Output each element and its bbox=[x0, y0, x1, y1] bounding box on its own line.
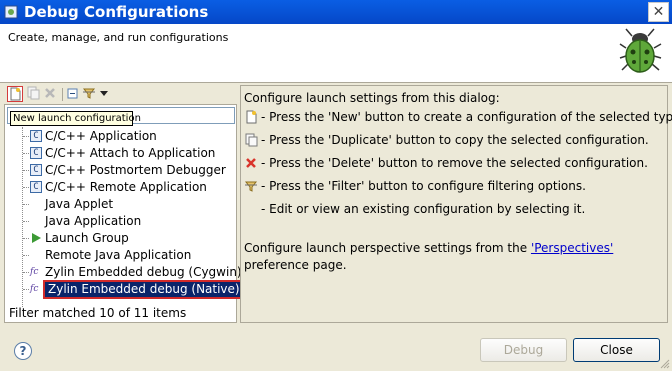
tree-branch-line bbox=[23, 272, 29, 273]
title-bar[interactable]: Debug Configurations ✕ bbox=[0, 0, 672, 24]
instruction-text: - Press the 'Filter' button to configure… bbox=[261, 179, 586, 193]
new-file-icon bbox=[246, 110, 257, 124]
tree-item-label: Remote Java Application bbox=[45, 248, 192, 262]
tree-item-label: Zylin Embedded debug (Cygwin) bbox=[45, 265, 242, 279]
tree-item-launch-group[interactable]: Launch Group bbox=[5, 230, 236, 247]
instruction-delete: - Press the 'Delete' button to remove th… bbox=[244, 154, 648, 172]
dialog-button-bar: ? Debug Close bbox=[0, 326, 672, 371]
zylin-fc-icon: fc bbox=[30, 284, 39, 294]
launch-config-tree-panel: C C/C++ Application C C/C++ Attach to Ap… bbox=[4, 104, 245, 323]
toolbar-separator bbox=[62, 88, 63, 101]
tree-item-label: C/C++ Remote Application bbox=[45, 180, 207, 194]
tree-branch-line bbox=[23, 153, 29, 154]
tree-item-cpp-postmortem[interactable]: C C/C++ Postmortem Debugger bbox=[5, 162, 236, 179]
filter-icon bbox=[82, 88, 96, 99]
duplicate-icon bbox=[27, 86, 40, 100]
tree-item-zylin-cygwin[interactable]: fc Zylin Embedded debug (Cygwin) bbox=[5, 264, 242, 281]
perspectives-link[interactable]: 'Perspectives' bbox=[531, 241, 613, 255]
tree-branch-line bbox=[23, 136, 29, 137]
chevron-down-icon bbox=[100, 91, 108, 96]
help-button[interactable]: ? bbox=[14, 342, 32, 360]
perspectives-text: Configure launch perspective settings fr… bbox=[244, 240, 654, 274]
instruction-duplicate: - Press the 'Duplicate' button to copy t… bbox=[244, 131, 649, 149]
instruction-filter: - Press the 'Filter' button to configure… bbox=[244, 177, 586, 195]
perspectives-text-after: preference page. bbox=[244, 258, 347, 272]
instruction-new: - Press the 'New' button to create a con… bbox=[244, 108, 672, 126]
tree-item-cpp-attach[interactable]: C C/C++ Attach to Application bbox=[5, 145, 236, 162]
new-config-tooltip: New launch configuration bbox=[10, 111, 141, 126]
delete-icon bbox=[45, 88, 55, 98]
tree-item-java-application[interactable]: Java Application bbox=[5, 213, 236, 230]
tree-item-label: C/C++ Postmortem Debugger bbox=[45, 163, 226, 177]
c-file-icon: C bbox=[30, 147, 42, 159]
tree-branch-line bbox=[23, 170, 29, 171]
tree-item-label: C/C++ Application bbox=[45, 129, 157, 143]
resize-grip-icon[interactable] bbox=[660, 359, 670, 369]
tree-item-cpp-remote[interactable]: C C/C++ Remote Application bbox=[5, 179, 236, 196]
dialog-subtitle: Create, manage, and run configurations bbox=[8, 31, 229, 44]
filter-icon bbox=[244, 181, 258, 192]
perspectives-text-before: Configure launch perspective settings fr… bbox=[244, 241, 531, 255]
config-info-panel: Configure launch settings from this dial… bbox=[240, 85, 672, 323]
c-file-icon: C bbox=[30, 181, 42, 193]
delete-config-button[interactable] bbox=[43, 86, 59, 102]
window-title: Debug Configurations bbox=[24, 3, 209, 21]
instruction-text: - Press the 'Delete' button to remove th… bbox=[261, 156, 648, 170]
instruction-text: - Press the 'Duplicate' button to copy t… bbox=[261, 133, 649, 147]
filter-config-button[interactable] bbox=[82, 86, 98, 102]
collapse-all-icon bbox=[67, 88, 78, 99]
new-config-button[interactable] bbox=[7, 86, 23, 102]
duplicate-config-button[interactable] bbox=[26, 86, 42, 102]
window-close-button[interactable]: ✕ bbox=[648, 2, 669, 22]
tree-branch-line bbox=[23, 204, 29, 205]
tree-branch-line bbox=[23, 255, 29, 256]
tree-item-label: Java Applet bbox=[45, 197, 114, 211]
delete-icon bbox=[246, 158, 256, 168]
debug-app-icon bbox=[4, 5, 18, 19]
tree-item-label: Zylin Embedded debug (Native) bbox=[43, 280, 245, 299]
duplicate-icon bbox=[245, 133, 258, 147]
instruction-text: - Press the 'New' button to create a con… bbox=[261, 110, 672, 124]
c-file-icon: C bbox=[30, 164, 42, 176]
config-toolbar bbox=[4, 85, 236, 105]
intro-text: Configure launch settings from this dial… bbox=[244, 91, 500, 105]
tree-branch-line bbox=[23, 238, 29, 239]
tree-branch-line bbox=[23, 187, 29, 188]
c-file-icon: C bbox=[30, 130, 42, 142]
zylin-fc-icon: fc bbox=[30, 267, 39, 277]
filter-status-text: Filter matched 10 of 11 items bbox=[9, 306, 187, 320]
tree-item-zylin-native[interactable]: fc Zylin Embedded debug (Native) bbox=[5, 280, 245, 299]
tree-item-remote-java[interactable]: Remote Java Application bbox=[5, 247, 236, 264]
collapse-all-button[interactable] bbox=[66, 86, 82, 102]
tree-item-label: C/C++ Attach to Application bbox=[45, 146, 216, 160]
debug-button[interactable]: Debug bbox=[480, 338, 567, 362]
tree-branch-line bbox=[23, 221, 29, 222]
close-button[interactable]: Close bbox=[573, 338, 660, 362]
play-icon bbox=[32, 233, 41, 243]
view-menu-button[interactable] bbox=[98, 86, 114, 102]
tree-item-label: Launch Group bbox=[45, 231, 129, 245]
tree-item-label: Java Application bbox=[45, 214, 142, 228]
instruction-text: - Edit or view an existing configuration… bbox=[261, 202, 586, 216]
instruction-edit: - Edit or view an existing configuration… bbox=[261, 200, 585, 218]
new-file-icon bbox=[10, 87, 21, 101]
dialog-header: Create, manage, and run configurations bbox=[0, 24, 672, 83]
tree-item-java-applet[interactable]: Java Applet bbox=[5, 196, 236, 213]
tree-item-cpp-application[interactable]: C C/C++ Application bbox=[5, 128, 236, 145]
bug-icon bbox=[619, 28, 662, 73]
tree-branch-line bbox=[23, 289, 29, 290]
